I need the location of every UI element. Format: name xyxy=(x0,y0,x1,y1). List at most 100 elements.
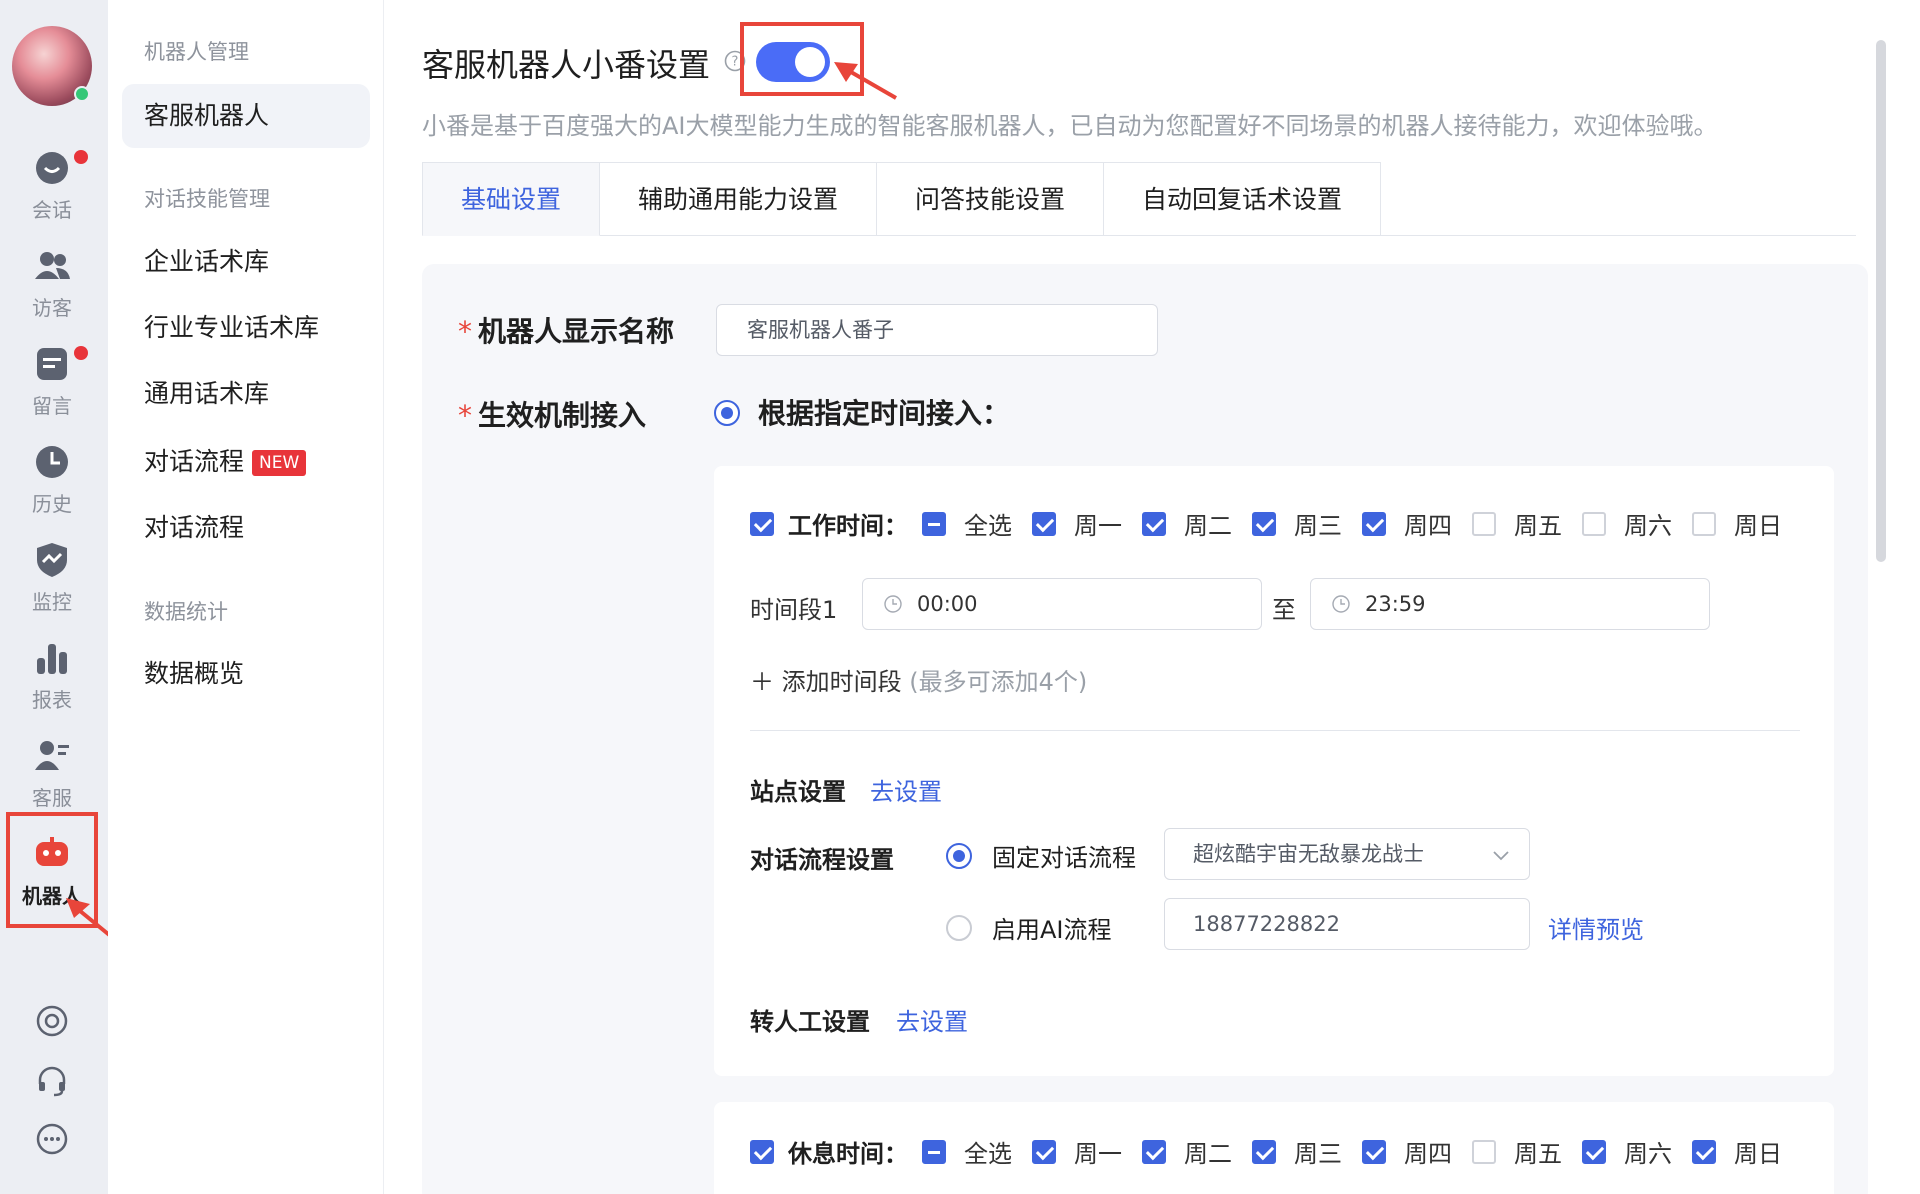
checkbox-label: 周日 xyxy=(1734,512,1782,540)
preview-details-link[interactable]: 详情预览 xyxy=(1548,910,1644,945)
checkbox-label: 周一 xyxy=(1074,1140,1122,1168)
page-description: 小番是基于百度强大的AI大模型能力生成的智能客服机器人，已自动为您配置好不同场景… xyxy=(422,112,1718,140)
sidebar-item-dialog-flow[interactable]: 对话流程 xyxy=(122,496,370,560)
visitors-icon xyxy=(35,252,70,279)
sidebar-item-general-scripts[interactable]: 通用话术库 xyxy=(122,362,370,426)
rail-item-monitor[interactable]: 监控 xyxy=(0,540,104,632)
work-time-checkbox[interactable] xyxy=(750,511,774,536)
sidebar-item-customer-robot[interactable]: 客服机器人 xyxy=(122,84,370,148)
robot-name-input[interactable]: 客服机器人番子 xyxy=(716,304,1158,356)
work-day-thu[interactable]: 周四 xyxy=(1362,506,1452,541)
checkbox-label: 周日 xyxy=(1734,1140,1782,1168)
flow-ai-radio[interactable]: 启用AI流程 xyxy=(946,910,1112,945)
tab-qa-skills[interactable]: 问答技能设置 xyxy=(877,162,1105,236)
rest-time-card: 休息时间： 全选 周一 周二 周三 周四 周五 周六 周日 xyxy=(714,1102,1834,1194)
toggle-knob xyxy=(795,47,825,77)
end-time-input[interactable]: 23:59 xyxy=(1310,578,1710,630)
sidebar-item-label: 对话流程 xyxy=(144,447,245,476)
work-days-row: 工作时间： 全选 周一 周二 周三 周四 周五 周六 周日 xyxy=(750,506,1802,541)
sidebar-item-industry-scripts[interactable]: 行业专业话术库 xyxy=(122,296,370,360)
new-badge: NEW xyxy=(252,450,307,476)
radio-off xyxy=(946,914,972,941)
clock-icon xyxy=(36,446,68,478)
checkbox-checked xyxy=(1582,1139,1606,1164)
robot-enable-toggle[interactable] xyxy=(756,42,830,82)
checkbox-label: 周四 xyxy=(1404,512,1452,540)
add-time-period-button[interactable]: ＋ 添加时间段 (最多可添加4个) xyxy=(750,662,1087,697)
rest-day-fri[interactable]: 周五 xyxy=(1472,1134,1562,1169)
flow-fixed-radio[interactable]: 固定对话流程 xyxy=(946,838,1136,873)
checkbox-checked xyxy=(1252,1139,1276,1164)
start-time-input[interactable]: 00:00 xyxy=(862,578,1262,630)
rail-item-visitors[interactable]: 访客 xyxy=(0,246,104,338)
work-day-mon[interactable]: 周一 xyxy=(1032,506,1122,541)
clock-icon xyxy=(884,595,902,613)
radio-label: 启用AI流程 xyxy=(992,916,1112,944)
required-mark: * xyxy=(458,399,472,432)
message-icon xyxy=(37,348,67,380)
page-title: 客服机器人小番设置 xyxy=(422,46,711,84)
checkbox-checked xyxy=(1362,1139,1386,1164)
rest-day-mon[interactable]: 周一 xyxy=(1032,1134,1122,1169)
bar-chart-icon xyxy=(37,644,67,674)
add-period-label: 添加时间段 xyxy=(781,668,902,696)
avatar[interactable] xyxy=(12,26,92,106)
rest-day-wed[interactable]: 周三 xyxy=(1252,1134,1342,1169)
rail-label: 报表 xyxy=(32,688,72,712)
flow-select-value: 超炫酷宇宙无敌暴龙战士 xyxy=(1193,842,1424,866)
rail-item-messages[interactable]: 留言 xyxy=(0,344,104,436)
annotation-arrow-toggle xyxy=(834,62,897,100)
work-day-sun[interactable]: 周日 xyxy=(1692,506,1782,541)
sidebar-item-dialog-flow-new[interactable]: 对话流程 NEW xyxy=(122,430,370,494)
unread-dot xyxy=(74,346,88,360)
rest-select-all[interactable]: 全选 xyxy=(922,1134,1012,1169)
flow-select[interactable]: 超炫酷宇宙无敌暴龙战士 xyxy=(1164,828,1530,880)
scrollbar[interactable] xyxy=(1876,40,1886,562)
rail-item-support[interactable] xyxy=(0,1064,104,1098)
transfer-settings-label: 转人工设置 xyxy=(750,1008,870,1036)
checkbox-label: 周三 xyxy=(1294,512,1342,540)
secondary-sidebar: 机器人管理 客服机器人 对话技能管理 企业话术库 行业专业话术库 通用话术库 对… xyxy=(108,0,384,1194)
unread-dot xyxy=(74,150,88,164)
rest-time-checkbox[interactable] xyxy=(750,1139,774,1164)
checkbox-label: 全选 xyxy=(964,1140,1012,1168)
work-day-sat[interactable]: 周六 xyxy=(1582,506,1672,541)
tab-auto-reply[interactable]: 自动回复话术设置 xyxy=(1104,162,1382,236)
ai-flow-input[interactable]: 18877228822 xyxy=(1164,898,1530,950)
headset-icon xyxy=(38,1066,66,1097)
work-select-all[interactable]: 全选 xyxy=(922,506,1012,541)
end-time-value: 23:59 xyxy=(1365,592,1426,616)
agent-icon xyxy=(35,741,69,770)
work-day-tue[interactable]: 周二 xyxy=(1142,506,1232,541)
sidebar-item-enterprise-scripts[interactable]: 企业话术库 xyxy=(122,230,370,294)
settings-panel: * 机器人显示名称 客服机器人番子 * 生效机制接入 根据指定时间接入： 工作时间：… xyxy=(422,264,1868,1194)
rail-item-history[interactable]: 历史 xyxy=(0,442,104,534)
more-icon xyxy=(36,1123,68,1155)
transfer-settings-link[interactable]: 去设置 xyxy=(896,1002,968,1037)
rest-time-label: 休息时间： xyxy=(788,1140,908,1168)
rest-day-sat[interactable]: 周六 xyxy=(1582,1134,1672,1169)
svg-text:?: ? xyxy=(732,55,739,70)
work-time-label: 工作时间： xyxy=(788,512,908,540)
rest-day-thu[interactable]: 周四 xyxy=(1362,1134,1452,1169)
work-day-wed[interactable]: 周三 xyxy=(1252,506,1342,541)
rail-item-settings[interactable] xyxy=(0,1004,104,1038)
checkbox-checked xyxy=(1032,511,1056,536)
rest-day-sun[interactable]: 周日 xyxy=(1692,1134,1782,1169)
checkbox-label: 周三 xyxy=(1294,1140,1342,1168)
target-icon xyxy=(36,1005,68,1037)
shield-icon xyxy=(37,543,67,577)
tab-general-abilities[interactable]: 辅助通用能力设置 xyxy=(600,162,878,236)
tab-basic-settings[interactable]: 基础设置 xyxy=(422,162,601,236)
rail-item-chat[interactable]: 会话 xyxy=(0,148,104,240)
checkbox-label: 周五 xyxy=(1514,512,1562,540)
site-settings-link[interactable]: 去设置 xyxy=(870,772,942,807)
rest-day-tue[interactable]: 周二 xyxy=(1142,1134,1232,1169)
checkbox-checked xyxy=(1032,1139,1056,1164)
sidebar-item-data-overview[interactable]: 数据概览 xyxy=(122,642,370,706)
rail-item-more[interactable] xyxy=(0,1122,104,1156)
work-day-fri[interactable]: 周五 xyxy=(1472,506,1562,541)
sidebar-group-dialog-skills: 对话技能管理 xyxy=(144,187,270,211)
rail-item-reports[interactable]: 报表 xyxy=(0,638,104,730)
mechanism-radio[interactable] xyxy=(714,400,740,426)
